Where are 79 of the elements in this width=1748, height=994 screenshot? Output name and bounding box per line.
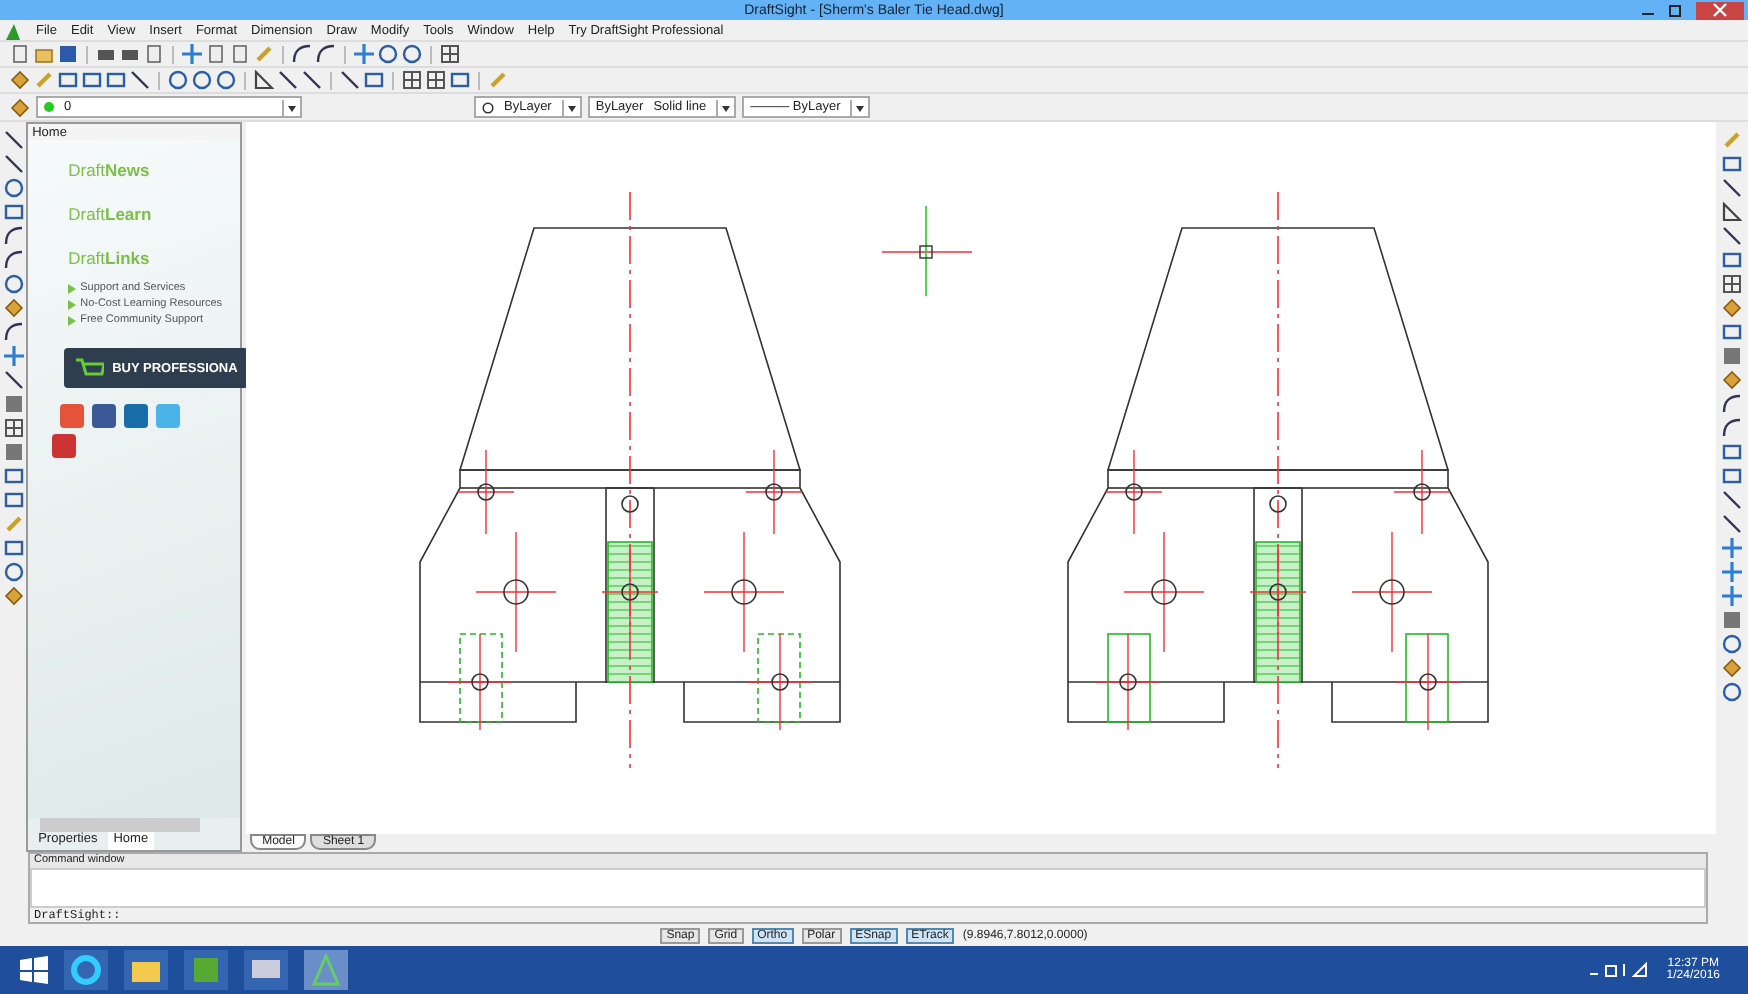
doc-icon[interactable]: [10, 44, 30, 64]
grid-icon[interactable]: [3, 418, 24, 438]
circle-icon[interactable]: [3, 274, 24, 294]
close-button[interactable]: [1696, 1, 1744, 19]
square-icon[interactable]: [3, 394, 24, 414]
rect-icon[interactable]: [3, 202, 24, 222]
diamond-icon[interactable]: [1722, 298, 1743, 318]
rect-icon[interactable]: [3, 490, 24, 510]
line-icon[interactable]: [302, 70, 322, 90]
line-icon[interactable]: [1722, 178, 1743, 198]
rect-icon[interactable]: [1722, 322, 1743, 342]
grid-icon[interactable]: [1722, 274, 1743, 294]
arc-icon[interactable]: [1722, 418, 1743, 438]
square-icon[interactable]: [1722, 346, 1743, 366]
poly-icon[interactable]: [254, 70, 274, 90]
circle-icon[interactable]: [3, 562, 24, 582]
rect-icon[interactable]: [3, 466, 24, 486]
rect-icon[interactable]: [1722, 154, 1743, 174]
diamond-icon[interactable]: [1722, 658, 1743, 678]
square-icon[interactable]: [3, 442, 24, 462]
windows-logo-icon[interactable]: [20, 956, 48, 984]
square-icon[interactable]: [1722, 610, 1743, 630]
arc-icon[interactable]: [3, 250, 24, 270]
line-icon[interactable]: [1722, 490, 1743, 510]
line-icon[interactable]: [340, 70, 360, 90]
folder-icon[interactable]: [34, 44, 54, 64]
caret-icon[interactable]: [716, 99, 735, 115]
line-icon[interactable]: [3, 130, 24, 150]
cross-icon[interactable]: [1722, 562, 1743, 582]
circle-icon[interactable]: [1722, 682, 1743, 702]
bullet-icon: [68, 283, 77, 293]
line-icon[interactable]: [1722, 514, 1743, 534]
rect-icon[interactable]: [450, 70, 470, 90]
rect-icon[interactable]: [1722, 442, 1743, 462]
bullet-icon: [68, 299, 77, 309]
grid-icon[interactable]: [440, 44, 460, 64]
scrollbar[interactable]: [40, 818, 201, 832]
close-icon[interactable]: [1712, 2, 1728, 18]
cross-icon[interactable]: [1722, 586, 1743, 606]
cross-icon[interactable]: [354, 44, 374, 64]
arc-icon[interactable]: [3, 322, 24, 342]
cross-icon[interactable]: [1722, 538, 1743, 558]
cross-icon[interactable]: [182, 44, 202, 64]
circle-icon: [482, 101, 494, 113]
circle-icon[interactable]: [168, 70, 188, 90]
circle-icon[interactable]: [192, 70, 212, 90]
grid-icon[interactable]: [426, 70, 446, 90]
caret-icon[interactable]: [561, 99, 580, 115]
line-icon[interactable]: [130, 70, 150, 90]
rect-icon[interactable]: [364, 70, 384, 90]
diamond-icon[interactable]: [1722, 370, 1743, 390]
arc-icon[interactable]: [3, 226, 24, 246]
rect-icon[interactable]: [1722, 466, 1743, 486]
diamond-icon[interactable]: [3, 298, 24, 318]
grid-icon[interactable]: [402, 70, 422, 90]
bullet-icon: [68, 315, 77, 325]
cross-icon[interactable]: [3, 346, 24, 366]
line-icon[interactable]: [1722, 226, 1743, 246]
circle-icon[interactable]: [216, 70, 236, 90]
circle-icon[interactable]: [378, 44, 398, 64]
line-icon[interactable]: [278, 70, 298, 90]
circle-icon[interactable]: [3, 178, 24, 198]
folder-icon[interactable]: [124, 950, 168, 990]
crosshair-cursor: [881, 205, 973, 297]
diamond-icon[interactable]: [3, 586, 24, 606]
system-tray-icons[interactable]: [1590, 962, 1651, 978]
line-icon[interactable]: [3, 154, 24, 174]
circle-icon[interactable]: [402, 44, 422, 64]
rect-icon[interactable]: [3, 538, 24, 558]
monitor-icon[interactable]: [244, 950, 288, 990]
arc-icon[interactable]: [1722, 394, 1743, 414]
rect-icon[interactable]: [1722, 250, 1743, 270]
caret-icon[interactable]: [850, 99, 869, 115]
poly-icon[interactable]: [1722, 202, 1743, 222]
line-icon[interactable]: [3, 370, 24, 390]
circle-icon[interactable]: [1722, 634, 1743, 654]
caret-icon[interactable]: [282, 99, 300, 115]
restore-icon[interactable]: [1668, 2, 1684, 18]
cart-icon: [76, 357, 105, 379]
